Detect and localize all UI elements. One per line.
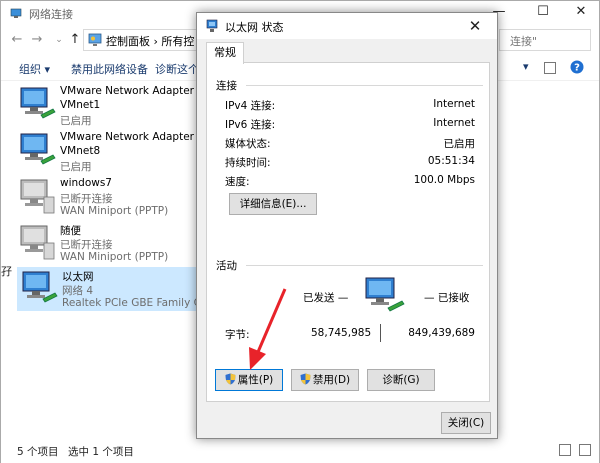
network-activity-icon: [365, 277, 405, 312]
explorer-title: 网络连接: [29, 8, 73, 21]
disable-label: 禁用(D): [312, 374, 351, 386]
nav-pane-cut-text: 孖: [1, 265, 12, 278]
ipv6-label: IPv6 连接:: [225, 119, 276, 131]
item-status: 已断开连接: [60, 193, 113, 205]
control-panel-icon: [88, 33, 102, 46]
forward-icon[interactable]: →: [29, 31, 45, 49]
disconnected-connection-icon: [20, 225, 55, 260]
selected-count: 选中 1 个项目: [68, 446, 134, 458]
general-panel: 连接 IPv4 连接: Internet IPv6 连接: Internet 媒…: [206, 62, 490, 402]
connection-group-divider: [246, 85, 483, 86]
maximize-button[interactable]: ☐: [523, 3, 563, 23]
search-input[interactable]: 连接": [499, 29, 591, 51]
list-item[interactable]: VMware Network Adapter VMnet8 已启用: [15, 129, 201, 173]
dialog-titlebar: 以太网 状态 ✕: [197, 13, 497, 39]
preview-pane-icon[interactable]: [544, 62, 556, 74]
svg-text:?: ?: [574, 63, 580, 74]
activity-group-label: 活动: [216, 260, 237, 272]
duration-label: 持续时间:: [225, 157, 271, 169]
list-item-selected[interactable]: 以太网 网络 4 Realtek PCIe GBE Family Contr..…: [17, 267, 232, 311]
help-icon[interactable]: ?: [570, 60, 584, 74]
disable-button[interactable]: 禁用(D): [291, 369, 359, 391]
dialog-close-icon[interactable]: ✕: [453, 13, 497, 39]
bytes-label: 字节:: [225, 329, 250, 341]
network-folder-icon: [10, 8, 22, 18]
disconnected-connection-icon: [20, 179, 55, 214]
media-state-value: 已启用: [443, 138, 476, 150]
item-subname: VMnet8: [60, 145, 101, 157]
speed-value: 100.0 Mbps: [413, 174, 475, 186]
tab-general[interactable]: 常规: [206, 42, 244, 64]
list-item[interactable]: VMware Network Adapter VMnet1 已启用: [15, 83, 201, 127]
activity-group-divider: [246, 265, 483, 266]
item-name: 随便: [60, 225, 81, 237]
received-label: — 已接收: [424, 292, 470, 304]
item-name: VMware Network Adapter: [60, 85, 194, 97]
dialog-close-button[interactable]: 关闭(C): [441, 412, 491, 434]
item-name: windows7: [60, 177, 112, 189]
sent-label: 已发送 —: [303, 292, 349, 304]
speed-label: 速度:: [225, 176, 250, 188]
item-name: VMware Network Adapter: [60, 131, 194, 143]
back-icon[interactable]: ←: [9, 31, 25, 49]
item-count: 5 个项目: [17, 446, 59, 458]
item-status: 已断开连接: [60, 239, 113, 251]
item-status: 已启用: [60, 161, 92, 173]
search-placeholder: 连接": [510, 35, 538, 48]
ipv4-label: IPv4 连接:: [225, 100, 276, 112]
media-state-label: 媒体状态:: [225, 138, 271, 150]
bytes-sent-value: 58,745,985: [311, 327, 372, 339]
item-subname: VMnet1: [60, 99, 101, 111]
details-button[interactable]: 详细信息(E)...: [229, 193, 317, 215]
list-item[interactable]: windows7 已断开连接 WAN Miniport (PPTP): [15, 175, 201, 219]
address-box[interactable]: 控制面板 › 所有控: [83, 29, 201, 51]
network-adapter-icon: [20, 87, 56, 119]
details-view-icon[interactable]: [559, 444, 571, 456]
connection-list: VMware Network Adapter VMnet1 已启用 VMware…: [1, 81, 232, 436]
list-item[interactable]: 随便 已断开连接 WAN Miniport (PPTP): [15, 221, 201, 265]
ethernet-adapter-icon: [22, 271, 58, 303]
up-icon[interactable]: ↑: [67, 31, 83, 49]
item-device: WAN Miniport (PPTP): [60, 251, 169, 263]
item-device: WAN Miniport (PPTP): [60, 205, 169, 217]
uac-shield-icon: [300, 373, 311, 385]
connection-group-label: 连接: [216, 80, 237, 92]
large-icons-view-icon[interactable]: [579, 444, 591, 456]
properties-button[interactable]: 属性(P): [215, 369, 283, 391]
dialog-title: 以太网 状态: [225, 21, 284, 34]
ipv4-value: Internet: [433, 98, 475, 110]
uac-shield-icon: [225, 373, 236, 385]
ethernet-status-dialog: 以太网 状态 ✕ 常规 连接 IPv4 连接: Internet IPv6 连接…: [196, 12, 498, 439]
item-network: 网络 4: [62, 285, 94, 297]
status-bar: 5 个项目 选中 1 个项目: [1, 439, 599, 463]
disable-device-button[interactable]: 禁用此网络设备: [71, 61, 148, 77]
view-options-chevron-icon[interactable]: ▾: [523, 60, 529, 73]
item-status: 已启用: [60, 115, 92, 127]
address-text: 控制面板 › 所有控: [106, 35, 195, 48]
ipv6-value: Internet: [433, 117, 475, 129]
activity-separator: [380, 324, 381, 342]
properties-label: 属性(P): [237, 374, 274, 386]
ethernet-status-icon: [206, 19, 218, 32]
duration-value: 05:51:34: [427, 155, 475, 167]
recent-chevron-down-icon[interactable]: ⌄: [51, 31, 67, 49]
item-name: 以太网: [62, 271, 94, 283]
diagnose-button[interactable]: 诊断(G): [367, 369, 435, 391]
bytes-received-value: 849,439,689: [408, 327, 475, 339]
network-adapter-icon: [20, 133, 56, 165]
organize-menu[interactable]: 组织 ▾: [19, 61, 50, 77]
close-button[interactable]: ✕: [561, 3, 600, 23]
